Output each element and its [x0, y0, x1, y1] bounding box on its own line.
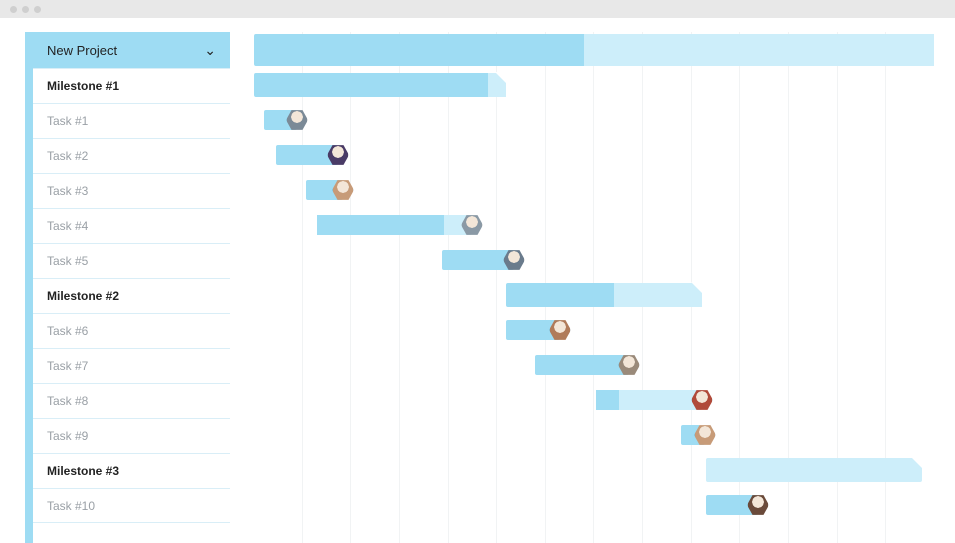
- sidebar-task-row[interactable]: Task #2: [25, 138, 230, 173]
- bar-cut-corner: [495, 72, 507, 84]
- assignee-avatar[interactable]: [327, 144, 349, 166]
- sidebar-task-row[interactable]: Task #1: [25, 103, 230, 138]
- sidebar-task-row[interactable]: Task #4: [25, 208, 230, 243]
- sidebar-task-row[interactable]: Task #5: [25, 243, 230, 278]
- sidebar-accent-stripe: [25, 32, 33, 543]
- assignee-avatar[interactable]: [549, 319, 571, 341]
- row-label: Task #3: [47, 184, 88, 198]
- task-bar-progress: [317, 215, 444, 235]
- task-bar[interactable]: [681, 425, 705, 445]
- task-bar[interactable]: [264, 110, 297, 130]
- avatar-image: [462, 215, 482, 235]
- sidebar: New Project ⌄ Milestone #1 Task #1 Task #2…: [25, 32, 230, 523]
- chevron-down-icon: ⌄: [204, 42, 216, 59]
- sidebar-task-row[interactable]: Task #3: [25, 173, 230, 208]
- avatar-image: [692, 390, 712, 410]
- task-bar[interactable]: [306, 180, 343, 200]
- sidebar-task-row[interactable]: Task #9: [25, 418, 230, 453]
- milestone-bar-remaining: [614, 283, 702, 307]
- row-label: Task #2: [47, 149, 88, 163]
- assignee-avatar[interactable]: [691, 389, 713, 411]
- project-header[interactable]: New Project ⌄: [25, 32, 230, 68]
- task-bar[interactable]: [317, 215, 472, 235]
- assignee-avatar[interactable]: [332, 179, 354, 201]
- assignee-avatar[interactable]: [503, 249, 525, 271]
- avatar-image: [333, 180, 353, 200]
- milestone-bar[interactable]: [254, 73, 506, 97]
- row-label: Milestone #1: [47, 79, 119, 93]
- row-label: Task #9: [47, 429, 88, 443]
- task-bar[interactable]: [596, 390, 702, 410]
- avatar-image: [619, 355, 639, 375]
- bar-cut-corner: [911, 457, 923, 469]
- timeline-bars: [254, 32, 934, 543]
- task-bar[interactable]: [706, 495, 758, 515]
- row-label: Task #10: [47, 499, 95, 513]
- milestone-bar[interactable]: [706, 458, 922, 482]
- avatar-image: [695, 425, 715, 445]
- assignee-avatar[interactable]: [747, 494, 769, 516]
- sidebar-task-row[interactable]: Task #7: [25, 348, 230, 383]
- sidebar-milestone-row[interactable]: Milestone #3: [25, 453, 230, 488]
- avatar-image: [748, 495, 768, 515]
- task-bar[interactable]: [442, 250, 514, 270]
- row-label: Milestone #3: [47, 464, 119, 478]
- app-root: New Project ⌄ Milestone #1 Task #1 Task #2…: [0, 18, 955, 543]
- sidebar-task-row[interactable]: Task #10: [25, 488, 230, 523]
- traffic-light-close[interactable]: [10, 6, 17, 13]
- avatar-image: [550, 320, 570, 340]
- task-bar[interactable]: [506, 320, 560, 340]
- row-label: Task #8: [47, 394, 88, 408]
- avatar-image: [287, 110, 307, 130]
- row-label: Task #6: [47, 324, 88, 338]
- task-bar-progress: [596, 390, 619, 410]
- sidebar-task-row[interactable]: Task #8: [25, 383, 230, 418]
- milestone-bar[interactable]: [506, 283, 702, 307]
- summary-bar[interactable]: [254, 34, 934, 66]
- traffic-light-minimize[interactable]: [22, 6, 29, 13]
- traffic-light-zoom[interactable]: [34, 6, 41, 13]
- task-bar[interactable]: [535, 355, 629, 375]
- sidebar-task-row[interactable]: Task #6: [25, 313, 230, 348]
- avatar-image: [504, 250, 524, 270]
- row-label: Task #4: [47, 219, 88, 233]
- assignee-avatar[interactable]: [461, 214, 483, 236]
- timeline[interactable]: [254, 32, 934, 543]
- task-bar[interactable]: [276, 145, 338, 165]
- avatar-image: [328, 145, 348, 165]
- assignee-avatar[interactable]: [286, 109, 308, 131]
- row-label: Milestone #2: [47, 289, 119, 303]
- row-label: Task #5: [47, 254, 88, 268]
- window-chrome: [0, 0, 955, 18]
- row-label: Task #7: [47, 359, 88, 373]
- sidebar-milestone-row[interactable]: Milestone #2: [25, 278, 230, 313]
- assignee-avatar[interactable]: [618, 354, 640, 376]
- project-name: New Project: [47, 43, 117, 58]
- sidebar-milestone-row[interactable]: Milestone #1: [25, 68, 230, 103]
- bar-cut-corner: [691, 282, 703, 294]
- row-label: Task #1: [47, 114, 88, 128]
- summary-bar-remaining: [584, 34, 934, 66]
